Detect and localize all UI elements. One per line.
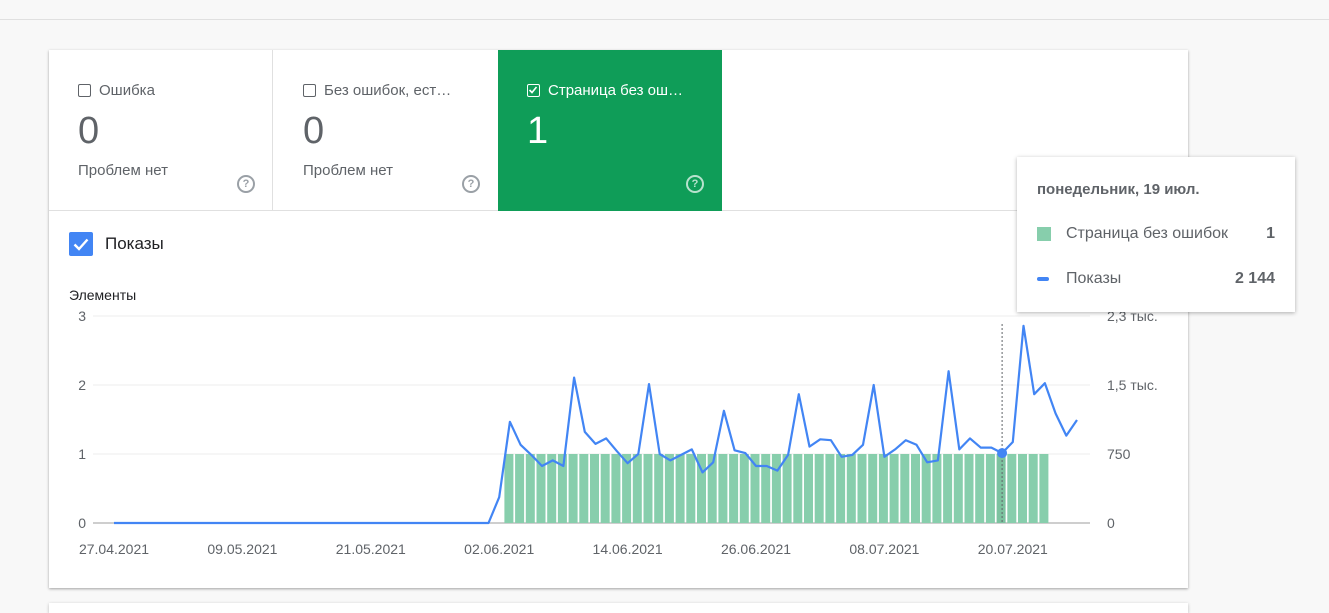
bar (771, 454, 781, 523)
right-tick-label: 1,5 тыс. (1107, 377, 1158, 393)
bar (996, 454, 1006, 523)
right-tick-label: 0 (1107, 515, 1115, 531)
bar (515, 454, 525, 523)
x-tick-label: 21.05.2021 (336, 541, 406, 557)
tooltip-row-name: Показы (1066, 270, 1122, 287)
bar (878, 454, 888, 523)
bar (1028, 454, 1038, 523)
bar (846, 454, 856, 523)
bar (1039, 454, 1049, 523)
bar (739, 454, 749, 523)
bar (718, 454, 728, 523)
bar (675, 454, 685, 523)
x-tick-label: 14.06.2021 (593, 541, 663, 557)
legend-line-icon (1037, 277, 1049, 281)
bar (868, 454, 878, 523)
x-tick-label: 08.07.2021 (849, 541, 919, 557)
tooltip-date: понедельник, 19 июл. (1037, 181, 1200, 198)
chart-tooltip: понедельник, 19 июл. Страница без ошибок… (1017, 157, 1295, 312)
bar (654, 454, 664, 523)
bar (964, 454, 974, 523)
left-tick-label: 3 (78, 308, 86, 324)
bar (814, 454, 824, 523)
bar (804, 454, 813, 523)
bar (953, 454, 963, 523)
bar (857, 454, 867, 523)
hover-point (997, 448, 1008, 459)
bar (911, 454, 920, 523)
bar (611, 454, 621, 523)
left-axis-title: Элементы (69, 287, 136, 303)
left-tick-label: 2 (78, 377, 86, 393)
tooltip-row-value: 2 144 (1234, 270, 1275, 287)
bar (1007, 454, 1017, 523)
bar (975, 454, 985, 523)
bar (932, 454, 942, 523)
bar (686, 454, 696, 523)
tooltip-row-valid: Страница без ошибок 1 (1037, 225, 1275, 243)
tooltip-row-impressions: Показы 2 144 (1037, 270, 1275, 288)
bar (579, 454, 589, 523)
bar (761, 454, 771, 523)
bar (836, 454, 846, 523)
bar (825, 454, 835, 523)
tooltip-row-name: Страница без ошибок (1066, 225, 1229, 242)
bar (729, 454, 739, 523)
bar (782, 454, 792, 523)
right-tick-label: 750 (1107, 446, 1131, 462)
x-tick-label: 26.06.2021 (721, 541, 791, 557)
bar (900, 454, 910, 523)
bar (793, 454, 803, 523)
x-tick-label: 09.05.2021 (207, 541, 277, 557)
bar (985, 454, 995, 523)
bar (921, 454, 931, 523)
x-tick-label: 20.07.2021 (978, 541, 1048, 557)
bar (643, 454, 653, 523)
legend-square-icon (1037, 227, 1051, 241)
bar (600, 454, 610, 523)
bar (632, 454, 642, 523)
bar (622, 454, 632, 523)
bar (590, 454, 599, 523)
bar (568, 454, 578, 523)
bar (525, 454, 535, 523)
left-tick-label: 0 (78, 515, 86, 531)
x-tick-label: 02.06.2021 (464, 541, 534, 557)
bar (504, 454, 514, 523)
bar (1018, 454, 1027, 523)
bar (664, 454, 674, 523)
tooltip-row-value: 1 (1266, 225, 1275, 242)
x-tick-label: 27.04.2021 (79, 541, 149, 557)
bar (547, 454, 557, 523)
bar (943, 454, 953, 523)
left-tick-label: 1 (78, 446, 86, 462)
bar (889, 454, 899, 523)
